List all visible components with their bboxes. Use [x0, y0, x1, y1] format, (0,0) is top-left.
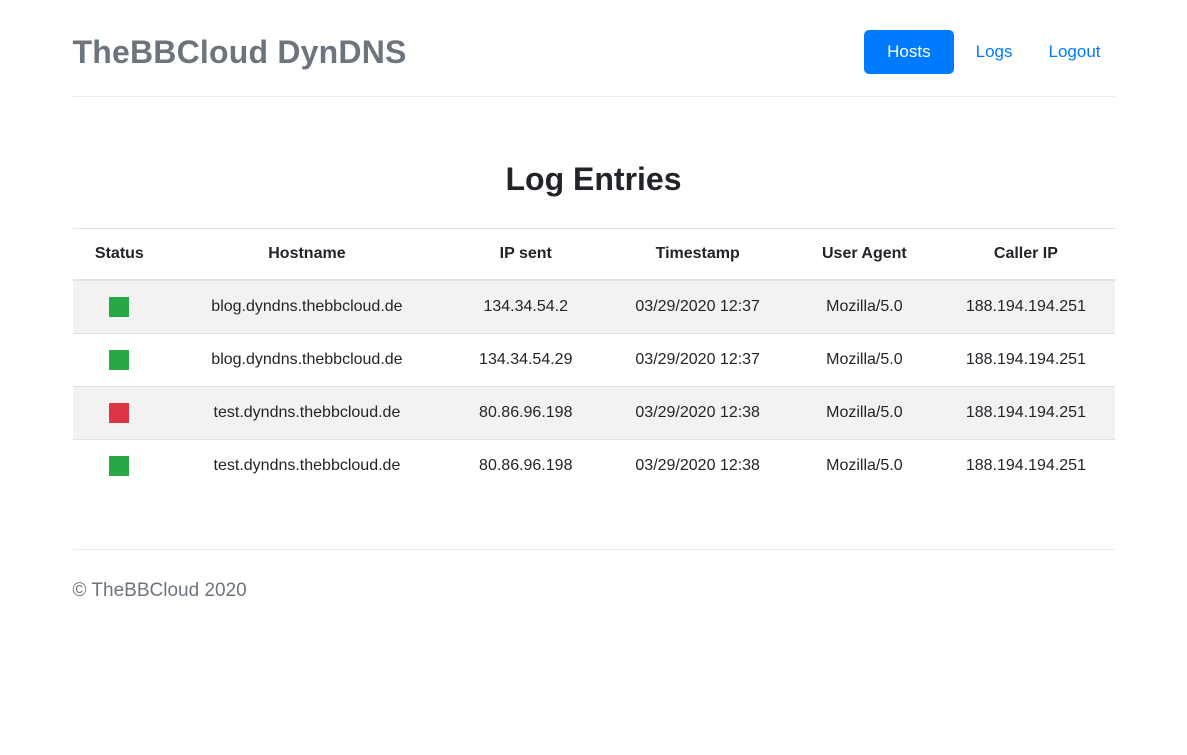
footer-copyright: © TheBBCloud 2020 — [73, 580, 1115, 602]
cell-hostname: blog.dyndns.thebbcloud.de — [166, 334, 447, 387]
page-title: TheBBCloud DynDNS — [73, 34, 407, 71]
table-row: test.dyndns.thebbcloud.de 80.86.96.198 0… — [73, 440, 1115, 493]
cell-hostname: blog.dyndns.thebbcloud.de — [166, 280, 447, 334]
column-header-timestamp: Timestamp — [604, 229, 792, 281]
status-indicator-icon — [109, 350, 129, 370]
cell-ip-sent: 80.86.96.198 — [448, 440, 604, 493]
site-footer: © TheBBCloud 2020 — [73, 580, 1115, 602]
site-header: TheBBCloud DynDNS Hosts Logs Logout — [73, 0, 1115, 96]
column-header-user-agent: User Agent — [791, 229, 937, 281]
cell-user-agent: Mozilla/5.0 — [791, 334, 937, 387]
table-row: blog.dyndns.thebbcloud.de 134.34.54.29 0… — [73, 334, 1115, 387]
cell-status — [73, 440, 167, 493]
cell-timestamp: 03/29/2020 12:37 — [604, 280, 792, 334]
cell-timestamp: 03/29/2020 12:37 — [604, 334, 792, 387]
nav-hosts-button[interactable]: Hosts — [864, 30, 953, 74]
header-divider — [73, 96, 1115, 97]
status-indicator-icon — [109, 297, 129, 317]
log-table-header: Status Hostname IP sent Timestamp User A… — [73, 229, 1115, 281]
status-indicator-icon — [109, 403, 129, 423]
cell-user-agent: Mozilla/5.0 — [791, 440, 937, 493]
cell-caller-ip: 188.194.194.251 — [937, 334, 1114, 387]
page: TheBBCloud DynDNS Hosts Logs Logout Log … — [0, 0, 1187, 755]
cell-caller-ip: 188.194.194.251 — [937, 280, 1114, 334]
cell-caller-ip: 188.194.194.251 — [937, 387, 1114, 440]
column-header-caller-ip: Caller IP — [937, 229, 1114, 281]
log-table: Status Hostname IP sent Timestamp User A… — [73, 228, 1115, 492]
cell-ip-sent: 134.34.54.29 — [448, 334, 604, 387]
cell-status — [73, 334, 167, 387]
main-nav: Hosts Logs Logout — [864, 30, 1114, 74]
column-header-hostname: Hostname — [166, 229, 447, 281]
status-indicator-icon — [109, 456, 129, 476]
cell-status — [73, 387, 167, 440]
cell-timestamp: 03/29/2020 12:38 — [604, 387, 792, 440]
cell-user-agent: Mozilla/5.0 — [791, 387, 937, 440]
column-header-status: Status — [73, 229, 167, 281]
cell-ip-sent: 134.34.54.2 — [448, 280, 604, 334]
table-row: test.dyndns.thebbcloud.de 80.86.96.198 0… — [73, 387, 1115, 440]
page-heading: Log Entries — [73, 161, 1115, 198]
log-table-body: blog.dyndns.thebbcloud.de 134.34.54.2 03… — [73, 280, 1115, 492]
cell-hostname: test.dyndns.thebbcloud.de — [166, 387, 447, 440]
cell-user-agent: Mozilla/5.0 — [791, 280, 937, 334]
nav-logs-link[interactable]: Logs — [962, 30, 1027, 74]
cell-hostname: test.dyndns.thebbcloud.de — [166, 440, 447, 493]
cell-timestamp: 03/29/2020 12:38 — [604, 440, 792, 493]
table-row: blog.dyndns.thebbcloud.de 134.34.54.2 03… — [73, 280, 1115, 334]
cell-ip-sent: 80.86.96.198 — [448, 387, 604, 440]
cell-caller-ip: 188.194.194.251 — [937, 440, 1114, 493]
nav-logout-link[interactable]: Logout — [1035, 30, 1115, 74]
footer-divider — [73, 549, 1115, 550]
column-header-ip-sent: IP sent — [448, 229, 604, 281]
cell-status — [73, 280, 167, 334]
